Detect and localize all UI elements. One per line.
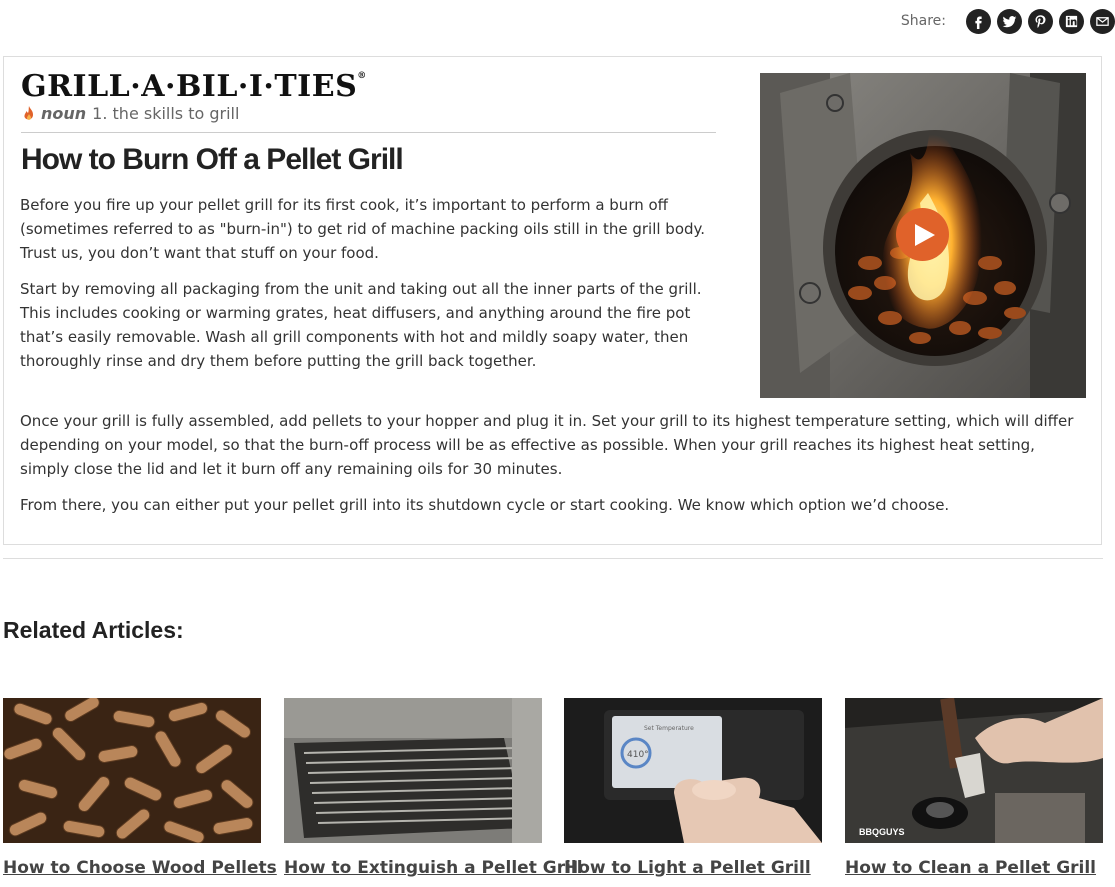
control-panel-thumbnail[interactable]: 410° Set Temperature — [564, 698, 822, 843]
related-article-link[interactable]: How to Clean a Pellet Grill — [845, 858, 1096, 878]
related-articles-heading: Related Articles: — [3, 617, 184, 643]
grillabilities-logo: GRILL·A·BIL·I·TIES® — [21, 69, 367, 104]
related-article-card[interactable]: How to Extinguish a Pellet Grill — [284, 698, 583, 878]
related-article-link[interactable]: How to Light a Pellet Grill — [564, 858, 811, 878]
screen-title: Set Temperature — [644, 725, 694, 732]
article-paragraph: Before you fire up your pellet grill for… — [20, 196, 706, 262]
play-icon — [914, 223, 935, 246]
definition: noun 1. the skills to grill — [21, 104, 239, 123]
logo-divider — [21, 132, 716, 133]
video-player[interactable] — [760, 73, 1086, 398]
registered-mark: ® — [357, 71, 367, 81]
share-label: Share: — [900, 13, 946, 29]
article-paragraph: Start by removing all packaging from the… — [20, 280, 702, 370]
related-article-card[interactable]: 410° Set Temperature How to Light a Pell… — [564, 698, 822, 878]
pinterest-icon — [1035, 14, 1046, 28]
article-paragraph: From there, you can either put your pell… — [20, 496, 950, 514]
pinterest-share-button[interactable] — [1028, 8, 1053, 34]
flame-icon — [24, 105, 34, 120]
related-article-link[interactable]: How to Extinguish a Pellet Grill — [284, 858, 583, 878]
related-article-card[interactable]: BBQGUYS How to Clean a Pellet Grill — [845, 698, 1103, 878]
article-title: How to Burn Off a Pellet Grill — [21, 143, 404, 176]
article-paragraph: Once your grill is fully assembled, add … — [20, 412, 1074, 478]
bbqguys-watermark: BBQGUYS — [859, 827, 905, 837]
grill-grate-thumbnail[interactable] — [284, 698, 542, 843]
section-divider — [3, 558, 1103, 559]
twitter-icon — [1002, 15, 1017, 27]
play-button[interactable] — [896, 208, 949, 261]
cleaning-thumbnail[interactable]: BBQGUYS — [845, 698, 1103, 843]
email-share-button[interactable] — [1090, 8, 1115, 34]
facebook-icon — [975, 16, 982, 29]
logo-text: GRILL·A·BIL·I·TIES — [21, 69, 358, 104]
screen-temperature: 410° — [627, 750, 649, 760]
related-article-card[interactable]: How to Choose Wood Pellets — [3, 698, 277, 878]
related-article-link[interactable]: How to Choose Wood Pellets — [3, 858, 277, 878]
linkedin-share-button[interactable] — [1059, 8, 1084, 34]
twitter-share-button[interactable] — [997, 8, 1022, 34]
email-icon — [1096, 16, 1109, 26]
facebook-share-button[interactable] — [966, 8, 991, 34]
linkedin-icon — [1065, 15, 1078, 27]
wood-pellets-thumbnail[interactable] — [3, 698, 261, 843]
article-card: GRILL·A·BIL·I·TIES® noun 1. the skills t… — [3, 56, 1102, 545]
share-bar: Share: — [901, 8, 1115, 34]
part-of-speech: noun — [41, 104, 87, 123]
definition-text: 1. the skills to grill — [92, 104, 240, 123]
